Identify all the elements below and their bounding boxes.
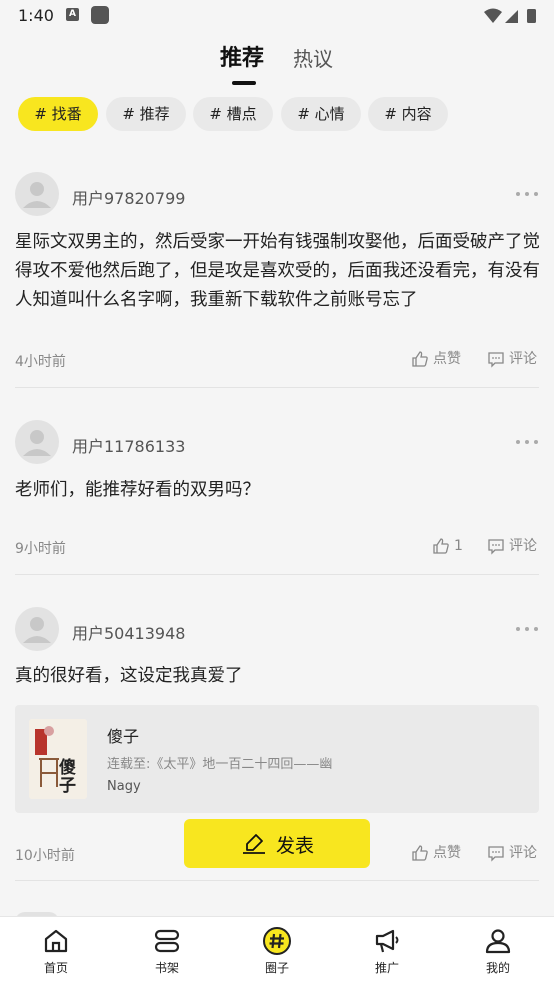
publish-button[interactable]: 发表 xyxy=(184,819,370,868)
username[interactable]: 用户11786133 xyxy=(72,433,185,457)
nav-promote[interactable]: 推广 xyxy=(347,917,427,984)
book-cover[interactable]: 傻子 xyxy=(29,719,87,799)
post-text: 老师们，能推荐好看的双男吗？ xyxy=(15,480,260,500)
comment-icon xyxy=(488,846,504,862)
pen-write-icon xyxy=(243,834,265,854)
chip-mood[interactable]: # 心情 xyxy=(281,97,361,131)
publish-label: 发表 xyxy=(276,835,315,857)
comment-label: 评论 xyxy=(509,845,537,861)
book-card[interactable]: 傻子 傻子 连载至:《太平》地一百二十四回——幽 Nagy xyxy=(15,705,539,813)
status-bar: 1:40 A xyxy=(0,0,554,32)
book-title: 傻子 xyxy=(107,727,140,746)
nav-profile-label: 我的 xyxy=(485,961,510,975)
megaphone-icon xyxy=(375,929,399,953)
avatar[interactable] xyxy=(15,607,59,651)
chip-find[interactable]: # 找番 xyxy=(18,97,98,131)
wifi-signal-battery-icons xyxy=(484,8,536,23)
nav-profile[interactable]: 我的 xyxy=(458,917,538,984)
avatar[interactable] xyxy=(15,172,59,216)
status-time: 1:40 xyxy=(18,6,54,25)
comment-button[interactable]: 评论 xyxy=(487,843,541,863)
book-cover-title: 傻子 xyxy=(59,758,76,796)
like-label: 点赞 xyxy=(433,845,461,861)
like-count: 1 xyxy=(454,538,463,554)
thumbs-up-icon xyxy=(412,351,428,367)
comment-button[interactable]: 评论 xyxy=(487,536,541,556)
like-label: 点赞 xyxy=(433,351,461,367)
thumbs-up-icon xyxy=(433,538,449,554)
thumbs-up-icon xyxy=(412,845,428,861)
chip-recommend[interactable]: # 推荐 xyxy=(106,97,186,131)
profile-icon xyxy=(485,929,511,954)
user-placeholder-icon xyxy=(23,617,51,643)
comment-label: 评论 xyxy=(509,538,537,554)
top-tabs: 推荐 热议 xyxy=(0,40,554,88)
hashtag-circle-icon xyxy=(263,927,291,955)
post-text: 真的很好看，这设定我真爱了 xyxy=(15,666,243,686)
book-author: Nagy xyxy=(107,779,141,794)
tab-recommend[interactable]: 推荐 xyxy=(220,40,264,72)
divider xyxy=(15,387,539,388)
comment-button[interactable]: 评论 xyxy=(487,349,541,369)
avatar[interactable] xyxy=(15,420,59,464)
notification-a-icon: A xyxy=(66,8,79,21)
nav-circle[interactable]: 圈子 xyxy=(237,917,317,984)
like-button[interactable]: 点赞 xyxy=(411,843,467,863)
divider xyxy=(15,880,539,881)
more-options-icon[interactable] xyxy=(515,625,539,633)
post-text: 星际文双男主的，然后受家一开始有钱强制攻娶他，后面受破产了觉得攻不爱他然后跑了，… xyxy=(15,232,540,310)
comment-icon xyxy=(488,539,504,555)
divider xyxy=(15,574,539,575)
chip-complaint[interactable]: # 槽点 xyxy=(193,97,273,131)
nav-bookshelf[interactable]: 书架 xyxy=(127,917,207,984)
more-options-icon[interactable] xyxy=(515,438,539,446)
like-button[interactable]: 点赞 xyxy=(411,349,467,369)
tab-hot[interactable]: 热议 xyxy=(293,43,333,72)
post-time: 4小时前 xyxy=(15,354,66,370)
more-options-icon[interactable] xyxy=(515,190,539,198)
username[interactable]: 用户97820799 xyxy=(72,185,185,209)
notification-app-icon xyxy=(91,6,109,24)
comment-icon xyxy=(488,352,504,368)
user-placeholder-icon xyxy=(23,182,51,208)
home-icon xyxy=(44,929,68,953)
post-time: 9小时前 xyxy=(15,541,66,557)
like-button[interactable]: 1 xyxy=(432,536,466,556)
user-placeholder-icon xyxy=(23,430,51,456)
nav-bookshelf-label: 书架 xyxy=(154,961,179,975)
nav-promote-label: 推广 xyxy=(374,961,399,975)
chip-content[interactable]: # 内容 xyxy=(368,97,448,131)
username[interactable]: 用户50413948 xyxy=(72,620,185,644)
active-tab-indicator xyxy=(232,81,256,85)
bookshelf-icon xyxy=(154,929,180,953)
post-time: 10小时前 xyxy=(15,848,75,864)
bottom-nav: 首页 书架 圈子 推广 我的 xyxy=(0,916,554,984)
nav-home[interactable]: 首页 xyxy=(16,917,96,984)
comment-label: 评论 xyxy=(509,351,537,367)
book-progress: 连载至:《太平》地一百二十四回——幽 xyxy=(107,757,333,772)
nav-home-label: 首页 xyxy=(43,961,68,975)
nav-circle-label: 圈子 xyxy=(264,961,289,975)
